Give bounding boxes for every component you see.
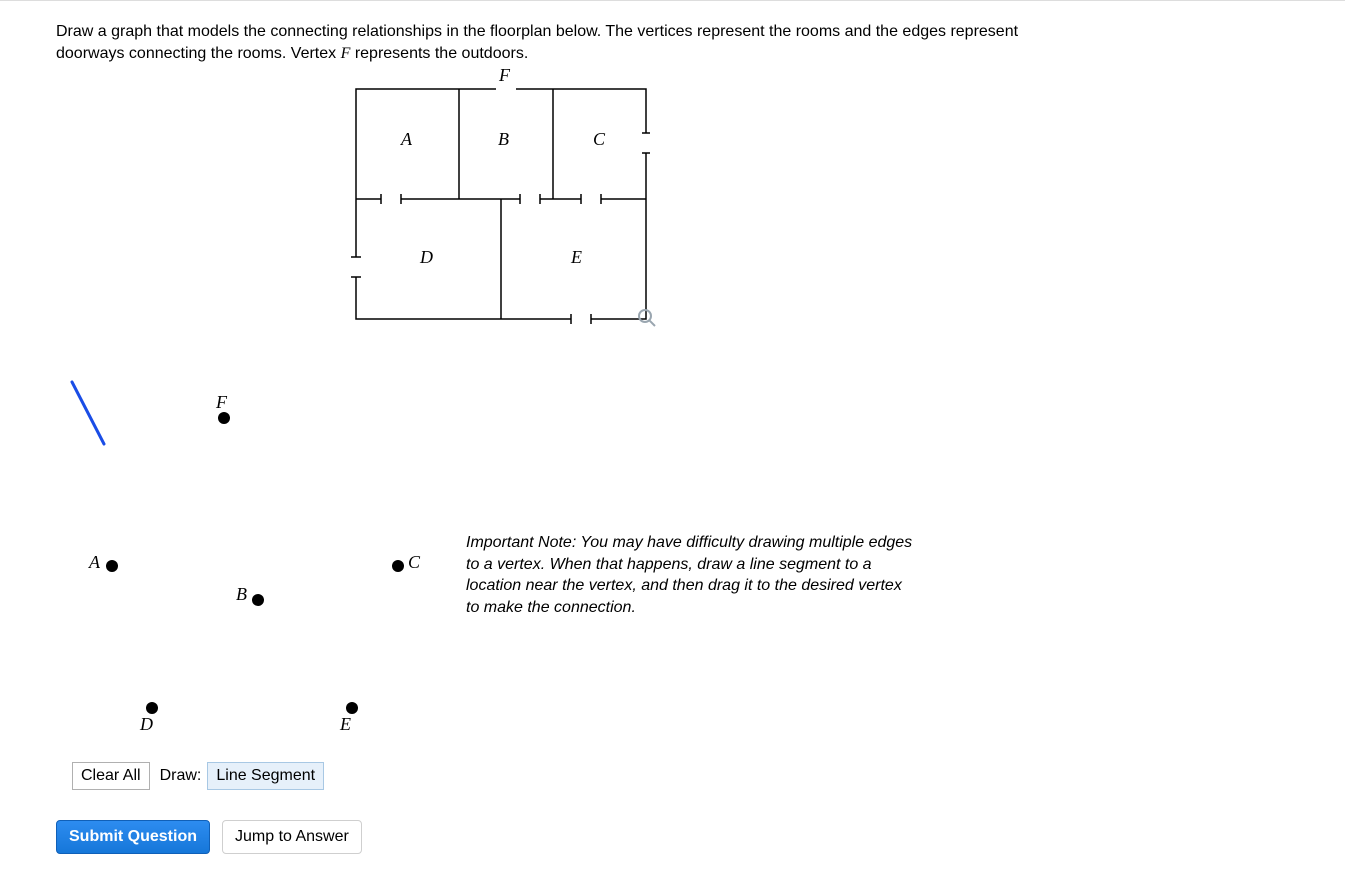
vertex-label-c: C	[408, 552, 420, 573]
zoom-icon[interactable]	[639, 310, 655, 326]
vertex-label-d: D	[140, 714, 153, 735]
clear-all-button[interactable]: Clear All	[72, 762, 150, 790]
vertex-label-b: B	[236, 584, 247, 605]
important-note: Important Note: You may have difficulty …	[466, 532, 916, 618]
room-label-d: D	[419, 247, 433, 267]
room-label-c: C	[593, 129, 606, 149]
prompt-text-a: Draw a graph that models the connecting …	[56, 23, 1018, 62]
floorplan-image[interactable]: F	[346, 67, 676, 337]
room-label-a: A	[400, 129, 413, 149]
vertex-label-a: A	[89, 552, 100, 573]
vertex-label-e: E	[340, 714, 351, 735]
question-prompt: Draw a graph that models the connecting …	[56, 21, 1026, 64]
jump-to-answer-button[interactable]: Jump to Answer	[222, 820, 362, 854]
floorplan-container: F	[56, 67, 1289, 337]
prompt-text-b: represents the outdoors.	[350, 45, 528, 62]
graph-drawing-area[interactable]: F A B C D E	[56, 372, 466, 752]
room-label-e: E	[570, 247, 582, 267]
drawing-toolbar: Clear All Draw: Line Segment	[56, 762, 1289, 790]
floorplan-label-f: F	[498, 67, 511, 85]
vertex-label-f: F	[216, 392, 227, 413]
drawn-line-segment[interactable]	[72, 382, 104, 444]
room-label-b: B	[498, 129, 509, 149]
submit-question-button[interactable]: Submit Question	[56, 820, 210, 854]
draw-label: Draw:	[160, 767, 202, 785]
line-segment-tool-button[interactable]: Line Segment	[207, 762, 324, 790]
prompt-math-f: F	[341, 45, 351, 62]
